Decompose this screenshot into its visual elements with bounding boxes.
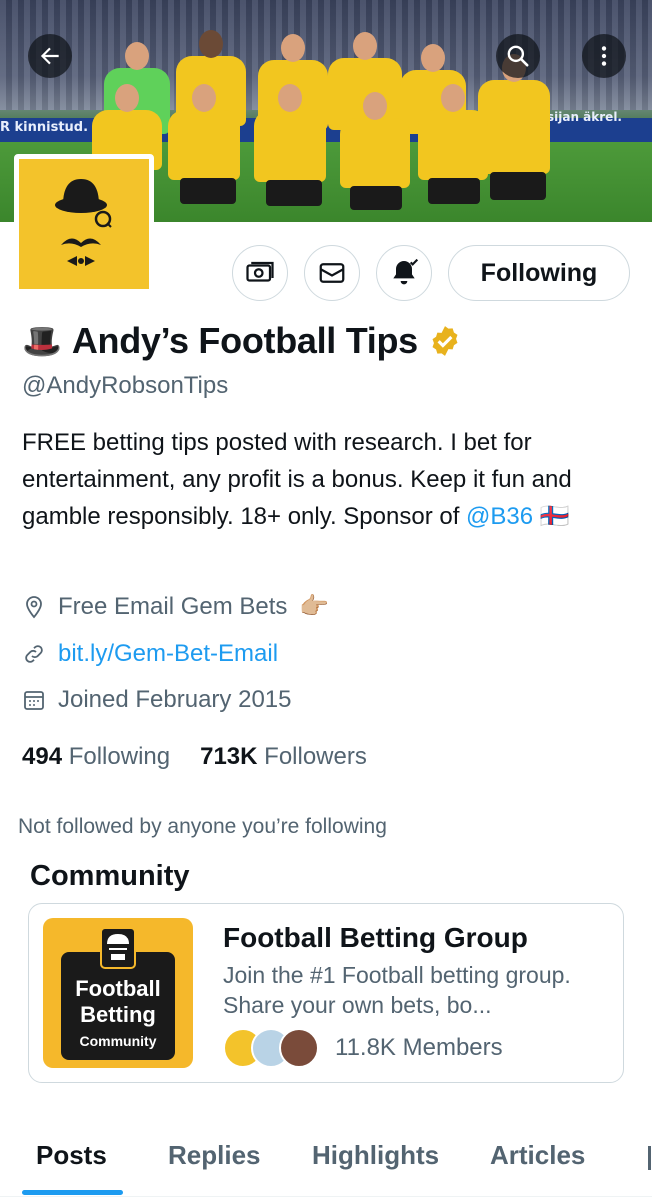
player-figure [340, 92, 410, 188]
player-figure [254, 84, 326, 182]
more-vertical-icon [601, 46, 607, 66]
player-shorts [350, 186, 402, 210]
community-logo-line: Community [79, 1033, 157, 1049]
display-name: Andy’s Football Tips [71, 320, 418, 361]
arrow-left-icon [40, 47, 59, 65]
faroe-flag-emoji: 🇫🇴 [539, 503, 570, 530]
notifications-button[interactable] [376, 245, 432, 301]
link-icon [25, 645, 43, 663]
community-members: 11.8K Members [223, 1028, 503, 1068]
player-shorts [428, 178, 480, 204]
verified-badge-icon[interactable] [428, 324, 462, 358]
tab-articles[interactable]: Articles [490, 1140, 585, 1171]
joined-row: Joined February 2015 [22, 686, 291, 714]
community-logo-text: Football Betting Community [43, 976, 193, 1054]
followers-stat[interactable]: 713K Followers [200, 743, 367, 771]
calendar-icon [24, 691, 44, 710]
subscribe-button[interactable] [232, 245, 288, 301]
player-shorts [180, 178, 236, 204]
tab-overflow-edge [648, 1146, 651, 1170]
website-link[interactable]: bit.ly/Gem-Bet-Email [58, 640, 278, 668]
following-button[interactable]: Following [448, 245, 630, 301]
profile-name-row: 🎩 Andy’s Football Tips [22, 320, 462, 362]
following-count: 494 [22, 743, 63, 770]
location-row: Free Email Gem Bets 👉🏼 [22, 592, 329, 621]
community-logo: Football Betting Community [43, 918, 193, 1068]
player-figure [168, 84, 240, 180]
following-stat[interactable]: 494 Following [22, 743, 170, 771]
profile-bio: FREE betting tips posted with research. … [22, 424, 632, 535]
tab-highlights[interactable]: Highlights [312, 1140, 439, 1171]
not-followed-notice: Not followed by anyone you’re following [18, 815, 387, 838]
followers-label: Followers [264, 743, 367, 770]
following-label: Following [68, 743, 171, 770]
user-handle: @AndyRobsonTips [22, 372, 229, 399]
bell-check-icon [393, 258, 419, 285]
community-description: Join the #1 Football betting group. Shar… [223, 962, 571, 1018]
player-figure [478, 54, 550, 174]
player-shorts [266, 180, 322, 206]
search-icon [507, 45, 529, 67]
community-heading: Community [30, 860, 190, 892]
member-count: 11.8K Members [335, 1034, 503, 1061]
active-tab-indicator [22, 1190, 123, 1195]
money-icon [246, 261, 274, 282]
community-card[interactable]: Football Betting Community Football Bett… [28, 903, 624, 1083]
player-shorts [490, 172, 546, 200]
tabs-divider [0, 1196, 652, 1197]
pointing-emoji: 👉🏼 [299, 593, 330, 620]
top-hat-emoji: 🎩 [22, 323, 62, 359]
search-button[interactable] [496, 34, 540, 78]
envelope-icon [319, 263, 345, 283]
mention-link[interactable]: @B36 [466, 503, 533, 530]
community-logo-line: Football [75, 976, 161, 1001]
more-options-button[interactable] [582, 34, 626, 78]
location-pin-icon [26, 595, 42, 618]
gentleman-logo-icon [55, 179, 112, 266]
followers-count: 713K [200, 743, 258, 770]
back-button[interactable] [28, 34, 72, 78]
member-avatar [279, 1028, 319, 1068]
website-row: bit.ly/Gem-Bet-Email [22, 640, 278, 668]
community-title[interactable]: Football Betting Group [223, 922, 528, 954]
tab-posts[interactable]: Posts [36, 1140, 107, 1171]
tab-replies[interactable]: Replies [168, 1140, 261, 1171]
community-logo-line: Betting [80, 1002, 156, 1027]
profile-avatar[interactable] [14, 154, 154, 294]
player-figure [418, 84, 488, 180]
banner-ad-text-left: R kinnistud. Si [0, 120, 107, 135]
message-button[interactable] [304, 245, 360, 301]
joined-date: Joined February 2015 [58, 686, 292, 713]
follow-stats: 494 Following 713K Followers [22, 743, 367, 771]
location-text: Free Email Gem Bets [58, 592, 288, 620]
